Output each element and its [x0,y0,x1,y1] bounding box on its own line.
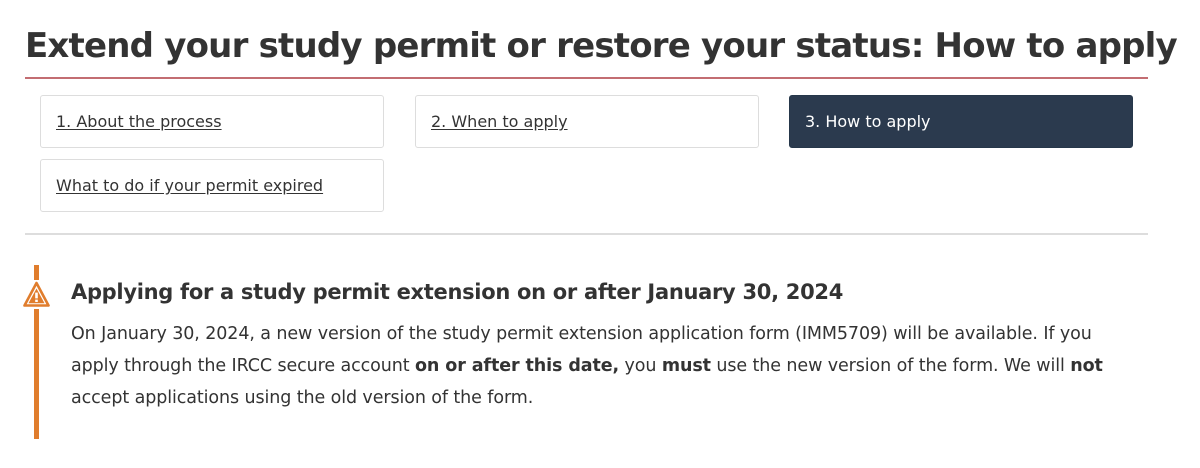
alert-body-line-1: On January 30, 2024, a new version of th… [71,324,1092,344]
step-about-the-process-link[interactable]: 1. About the process [56,112,222,131]
step-how-to-apply-label: 3. How to apply [805,112,931,131]
step-when-to-apply-link[interactable]: 2. When to apply [431,112,568,131]
alert-body: On January 30, 2024, a new version of th… [71,318,1161,414]
title-divider [25,77,1148,79]
alert-emphasis-date: on or after this date, [415,356,620,376]
alert-emphasis-not: not [1070,356,1103,376]
section-divider [25,233,1148,235]
alert-body-text: apply through the IRCC secure account [71,356,415,376]
step-about-the-process[interactable]: 1. About the process [40,95,384,148]
page-title: Extend your study permit or restore your… [25,26,1178,66]
step-permit-expired-link[interactable]: What to do if your permit expired [56,176,323,195]
step-how-to-apply[interactable]: 3. How to apply [789,95,1133,148]
alert-heading: Applying for a study permit extension on… [71,280,844,304]
warning-triangle-icon [22,280,51,309]
alert-body-line-2: apply through the IRCC secure account on… [71,350,1161,382]
alert-body-text: you [619,356,662,376]
alert-emphasis-must: must [661,356,711,376]
step-permit-expired[interactable]: What to do if your permit expired [40,159,384,212]
alert-body-text: use the new version of the form. We will [710,356,1071,376]
step-when-to-apply[interactable]: 2. When to apply [415,95,759,148]
alert-body-line-3: accept applications using the old versio… [71,388,534,408]
